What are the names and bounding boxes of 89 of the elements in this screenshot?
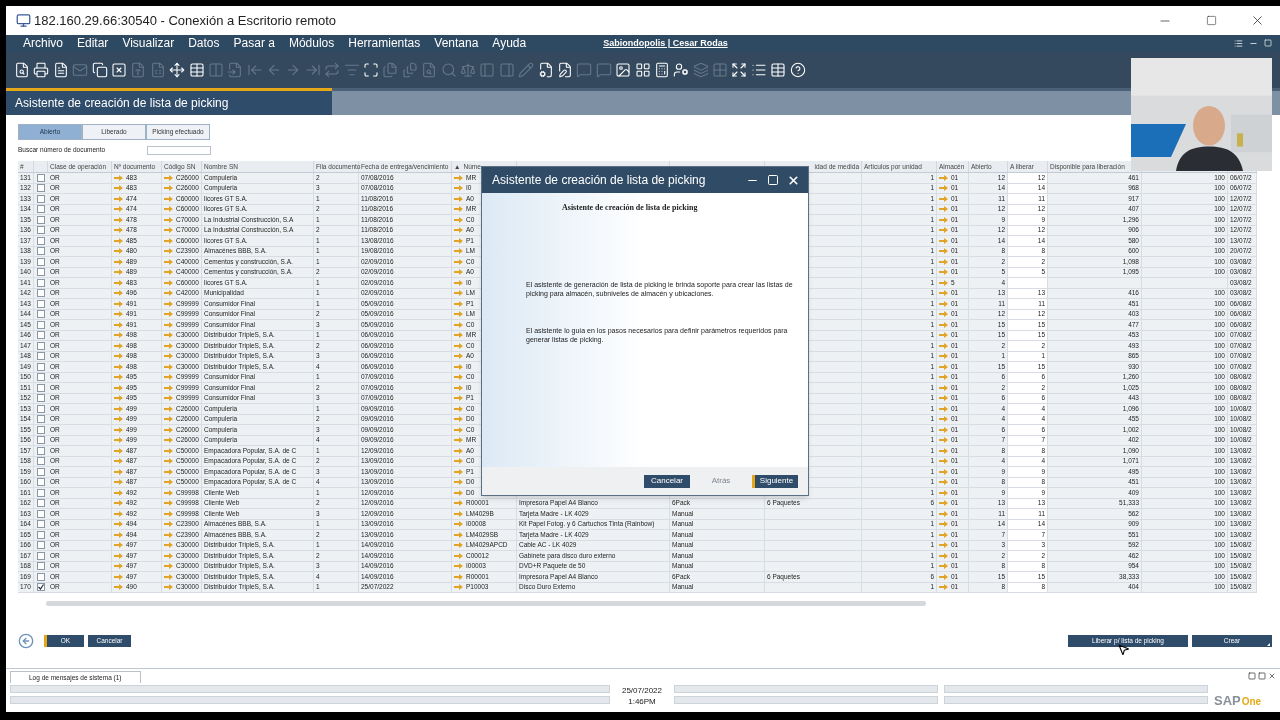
dialog-title: Asistente de creación de lista de picking: [492, 172, 706, 189]
row-checkbox[interactable]: [37, 205, 45, 214]
table-icon[interactable]: [188, 62, 205, 78]
user-settings-icon[interactable]: [673, 62, 690, 78]
menu-item[interactable]: Datos: [181, 36, 227, 51]
horizontal-scrollbar[interactable]: [46, 601, 926, 606]
row-checkbox[interactable]: [37, 310, 45, 319]
document-icon[interactable]: [52, 62, 69, 78]
logo-text: One: [1241, 695, 1262, 709]
close-icon[interactable]: [787, 173, 800, 187]
menu-item[interactable]: Ventana: [427, 36, 486, 51]
help-icon[interactable]: [789, 62, 806, 78]
row-checkbox[interactable]: [37, 236, 45, 245]
row-checkbox[interactable]: [37, 184, 45, 193]
cursor-icon: [1117, 643, 1130, 656]
row-checkbox[interactable]: [37, 320, 45, 329]
menu-item[interactable]: Herramientas: [341, 36, 428, 51]
row-checkbox[interactable]: [37, 583, 45, 592]
close-icon[interactable]: [1268, 672, 1276, 680]
row-checkbox[interactable]: [37, 362, 45, 371]
row-checkbox[interactable]: [37, 551, 45, 560]
expand-icon[interactable]: [731, 62, 748, 78]
row-checkbox[interactable]: [37, 562, 45, 571]
status-date: 25/07/2022: [621, 685, 662, 696]
row-checkbox[interactable]: [37, 341, 45, 350]
document-number-field[interactable]: [147, 145, 211, 155]
row-checkbox[interactable]: [37, 352, 45, 361]
calculator-icon[interactable]: [653, 62, 670, 78]
row-checkbox[interactable]: [37, 373, 45, 382]
row-checkbox[interactable]: [37, 226, 45, 235]
menu-item[interactable]: Archivo: [16, 36, 70, 51]
row-checkbox[interactable]: [37, 268, 45, 277]
menu-item[interactable]: Pasar a: [226, 36, 282, 51]
status-time: 1:46PM: [628, 696, 656, 707]
row-checkbox[interactable]: [37, 331, 45, 340]
menu-item[interactable]: Módulos: [281, 36, 342, 51]
row-checkbox[interactable]: [37, 530, 45, 539]
file-search-icon[interactable]: [14, 62, 30, 78]
row-checkbox[interactable]: [37, 446, 45, 455]
row-checkbox[interactable]: [37, 541, 45, 550]
dialog-heading: Asistente de creación de lista de picking: [562, 202, 699, 214]
row-checkbox[interactable]: [37, 415, 45, 424]
remote-desktop-icon: [16, 13, 31, 28]
row-checkbox[interactable]: [37, 278, 45, 287]
list-icon[interactable]: [1234, 39, 1243, 48]
row-checkbox[interactable]: [37, 499, 45, 508]
restore-icon[interactable]: [1248, 672, 1256, 680]
image-icon[interactable]: [615, 62, 632, 78]
row-checkbox[interactable]: [37, 383, 45, 392]
maximize-icon[interactable]: [363, 62, 380, 78]
row-checkbox[interactable]: [37, 299, 45, 308]
close-box-icon[interactable]: [110, 62, 127, 78]
row-checkbox[interactable]: [37, 520, 45, 529]
edit-document-icon[interactable]: [556, 62, 573, 78]
row-checkbox[interactable]: [37, 194, 45, 203]
form-title: Asistente de creación de lista de picking: [15, 95, 229, 112]
menu-item[interactable]: Visualizar: [115, 36, 182, 51]
row-checkbox[interactable]: [37, 509, 45, 518]
grid-icon[interactable]: [634, 62, 651, 78]
row-checkbox[interactable]: [37, 247, 45, 256]
copy-icon[interactable]: [91, 62, 108, 78]
menu-item[interactable]: Ayuda: [485, 36, 534, 51]
row-checkbox[interactable]: [37, 289, 45, 298]
list-icon[interactable]: [750, 62, 767, 78]
row-checkbox[interactable]: [37, 436, 45, 445]
row-checkbox[interactable]: [37, 457, 45, 466]
row-checkbox[interactable]: [37, 572, 45, 581]
menu-item[interactable]: Editar: [70, 36, 116, 51]
dialog-button[interactable]: Siguiente: [752, 474, 798, 488]
dropdown-icon: [1267, 643, 1270, 646]
window-title: 182.160.29.66:30540 - Conexión a Escritorio remoto: [34, 11, 337, 30]
user-company-link[interactable]: Sabiondopolis | Cesar Rodas: [603, 36, 728, 51]
row-checkbox[interactable]: [37, 425, 45, 434]
row-checkbox[interactable]: [37, 488, 45, 497]
table-icon[interactable]: [770, 62, 787, 78]
dialog-button[interactable]: Cancelar: [644, 474, 690, 488]
printer-icon[interactable]: [33, 62, 50, 78]
settings-document-icon[interactable]: [537, 62, 554, 78]
logo-text: SAP: [1214, 692, 1241, 710]
row-checkbox[interactable]: [37, 467, 45, 476]
row-checkbox[interactable]: [37, 215, 45, 224]
row-checkbox[interactable]: [37, 404, 45, 413]
row-checkbox[interactable]: [37, 173, 45, 182]
row-checkbox[interactable]: [37, 478, 45, 487]
move-icon[interactable]: [169, 62, 186, 78]
quantity-field[interactable]: [1008, 278, 1048, 288]
back-icon[interactable]: [18, 633, 34, 649]
row-checkbox[interactable]: [37, 394, 45, 403]
row-checkbox[interactable]: [37, 257, 45, 266]
